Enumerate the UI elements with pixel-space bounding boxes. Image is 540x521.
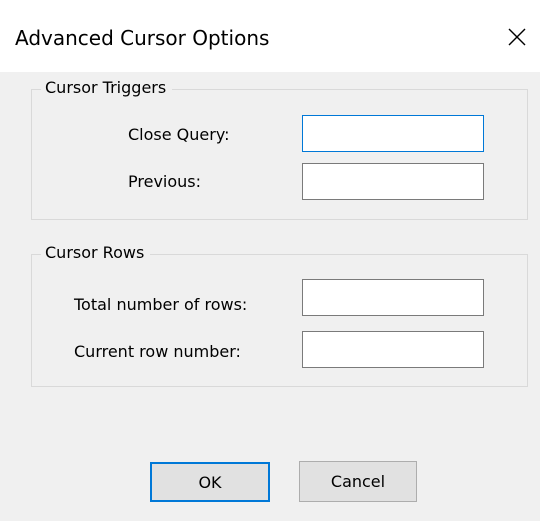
- total-rows-label: Total number of rows:: [74, 295, 248, 314]
- cursor-triggers-group-title: Cursor Triggers: [41, 76, 173, 100]
- close-icon: [508, 28, 526, 46]
- previous-label: Previous:: [128, 172, 202, 191]
- close-query-field[interactable]: [302, 115, 484, 152]
- current-row-label: Current row number:: [74, 342, 241, 361]
- cursor-triggers-group: Cursor Triggers: [31, 76, 528, 220]
- close-button[interactable]: [498, 18, 536, 56]
- cancel-button[interactable]: Cancel: [299, 461, 417, 502]
- title-bar: Advanced Cursor Options: [0, 0, 540, 72]
- previous-field[interactable]: [302, 163, 484, 200]
- close-query-label: Close Query:: [128, 125, 230, 144]
- ok-button[interactable]: OK: [150, 462, 270, 502]
- cursor-rows-group-title: Cursor Rows: [41, 241, 151, 265]
- advanced-cursor-options-dialog: Advanced Cursor Options Cursor Triggers …: [0, 0, 540, 521]
- current-row-field[interactable]: [302, 331, 484, 368]
- window-title: Advanced Cursor Options: [15, 26, 270, 50]
- total-rows-field[interactable]: [302, 279, 484, 316]
